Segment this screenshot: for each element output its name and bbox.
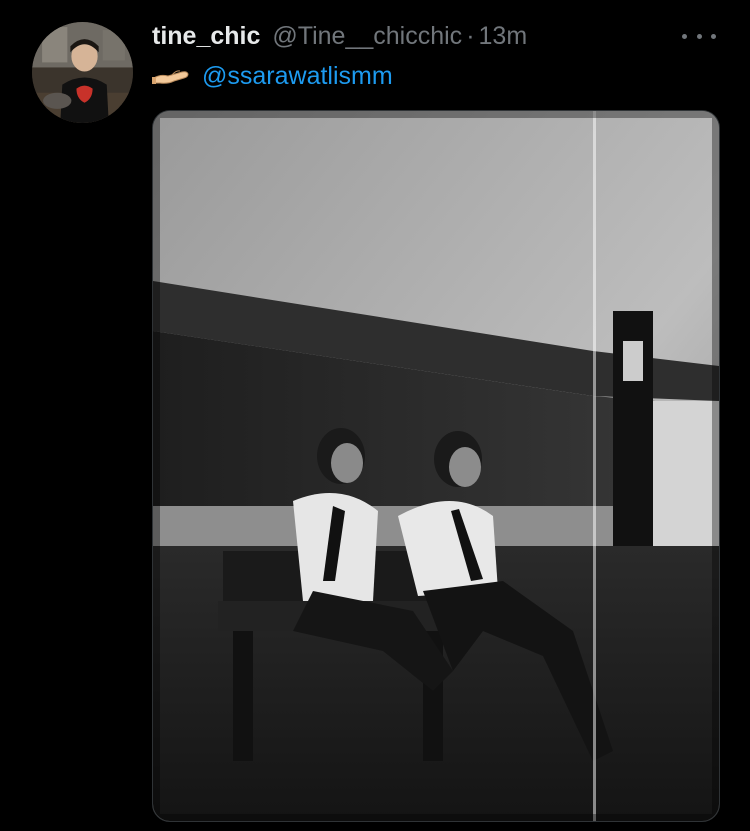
photo-image xyxy=(153,111,719,821)
display-name[interactable]: tine_chic xyxy=(152,22,260,51)
timestamp[interactable]: 13m xyxy=(479,22,528,51)
tweet-text: @ssarawatlismm xyxy=(152,60,393,92)
avatar[interactable] xyxy=(32,22,133,123)
palm-up-hand-icon xyxy=(152,70,189,84)
avatar-image xyxy=(32,22,133,123)
mention-link[interactable]: @ssarawatlismm xyxy=(202,62,393,91)
tweet-header: tine_chic @Tine__chicchic · 13m xyxy=(152,22,527,52)
more-options-icon[interactable] xyxy=(682,26,716,46)
tweet[interactable]: tine_chic @Tine__chicchic · 13m @ssarawa… xyxy=(0,0,750,831)
user-handle[interactable]: @Tine__chicchic xyxy=(272,22,462,51)
tweet-photo[interactable] xyxy=(152,110,720,822)
separator-dot: · xyxy=(466,22,475,50)
